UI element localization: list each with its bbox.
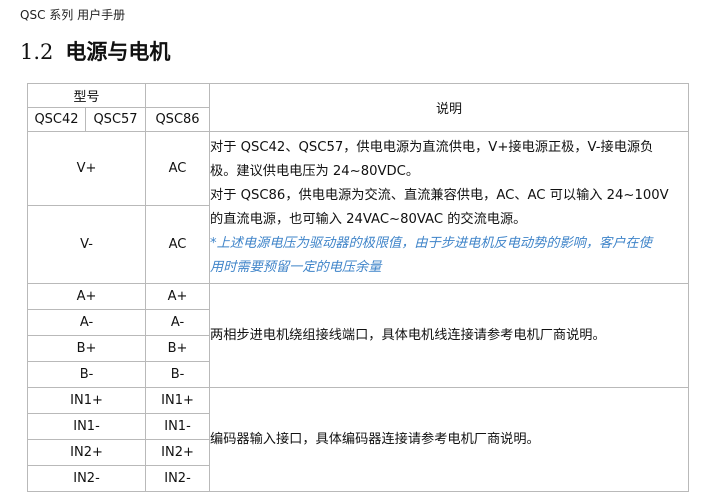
model-header-spacer <box>145 83 211 108</box>
table-header-row: 型号 说明 <box>26 83 690 132</box>
terminal-ac: AC <box>145 131 211 206</box>
description-header: 说明 <box>209 83 690 132</box>
note-line: 用时需要预留一定的电压余量 <box>210 259 382 275</box>
document-header: QSC 系列 用户手册 <box>20 8 126 22</box>
terminal-encoder: IN1+ <box>145 387 211 414</box>
table-row: IN1+ IN1+ 编码器输入接口，具体编码器连接请参考电机厂商说明。 <box>26 387 690 492</box>
desc-line: 的直流电源，也可输入 24VAC~80VAC 的交流电源。 <box>210 211 527 227</box>
terminal-encoder: IN2+ <box>145 439 211 466</box>
table-row: V+ AC 对于 QSC42、QSC57，供电电源为直流供电，V+接电源正极，V… <box>26 131 690 284</box>
terminal-motor: B- <box>145 361 211 388</box>
terminal-dc: V- <box>26 205 147 284</box>
terminal-motor: A- <box>26 309 147 336</box>
terminal-encoder: IN1- <box>26 413 147 440</box>
terminal-motor: B+ <box>145 335 211 362</box>
terminal-dc: V+ <box>26 131 147 206</box>
terminal-encoder: IN1- <box>145 413 211 440</box>
terminal-encoder: IN2- <box>145 465 211 492</box>
model-qsc86: QSC86 <box>145 107 211 132</box>
section-title: 电源与电机 <box>65 40 171 64</box>
table-row: A+ A+ 两相步进电机绕组接线端口，具体电机线连接请参考电机厂商说明。 <box>26 283 690 388</box>
model-header: 型号 <box>26 83 147 108</box>
terminal-motor: A+ <box>145 283 211 310</box>
motor-description: 两相步进电机绕组接线端口，具体电机线连接请参考电机厂商说明。 <box>209 283 690 388</box>
terminal-encoder: IN1+ <box>26 387 147 414</box>
terminal-motor: A- <box>145 309 211 336</box>
terminal-motor: B+ <box>26 335 147 362</box>
terminal-encoder: IN2+ <box>26 439 147 466</box>
note-line: *上述电源电压为驱动器的极限值，由于步进电机反电动势的影响，客户在使 <box>210 235 652 251</box>
model-qsc42: QSC42 <box>27 107 86 132</box>
power-motor-table: 型号 说明 QSC42 QSC57 QSC86 V+ AC 对于 QSC42、Q… <box>26 83 690 492</box>
terminal-ac: AC <box>145 205 211 284</box>
terminal-motor: A+ <box>26 283 147 310</box>
encoder-description: 编码器输入接口，具体编码器连接请参考电机厂商说明。 <box>209 387 690 492</box>
model-qsc57: QSC57 <box>84 107 147 132</box>
section-heading: 1.2 电源与电机 <box>20 36 170 66</box>
desc-line: 极。建议供电电压为 24~80VDC。 <box>210 163 420 179</box>
section-number: 1.2 <box>20 40 54 64</box>
desc-line: 对于 QSC86，供电电源为交流、直流兼容供电，AC、AC 可以输入 24~10… <box>210 187 669 203</box>
power-description: 对于 QSC42、QSC57，供电电源为直流供电，V+接电源正极，V-接电源负 … <box>209 131 690 284</box>
desc-line: 对于 QSC42、QSC57，供电电源为直流供电，V+接电源正极，V-接电源负 <box>210 139 654 155</box>
terminal-motor: B- <box>26 361 147 388</box>
terminal-encoder: IN2- <box>26 465 147 492</box>
